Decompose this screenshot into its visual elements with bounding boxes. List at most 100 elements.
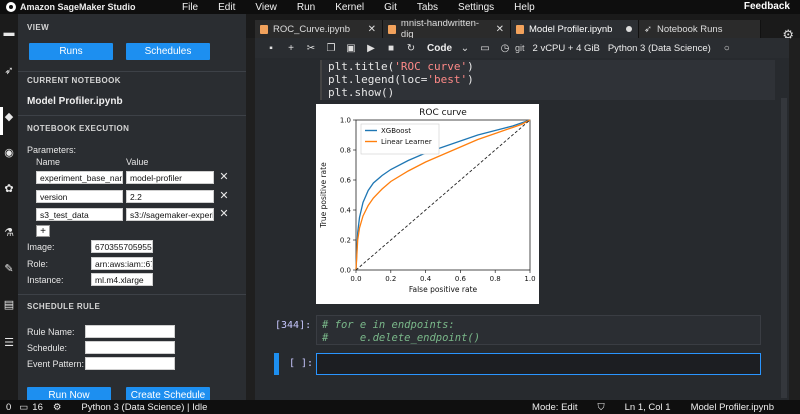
param-value-input[interactable]: s3://sagemaker-experiments: [126, 208, 214, 221]
shield-icon[interactable]: ⛉: [597, 402, 604, 413]
menu-view[interactable]: View: [245, 2, 287, 13]
param-name-input[interactable]: experiment_base_name: [36, 171, 123, 184]
divider: [18, 71, 246, 72]
tab-label: Model Profiler.ipynb: [529, 23, 613, 35]
remove-param-icon[interactable]: ✕: [219, 191, 229, 202]
parameters-label: Parameters:: [27, 145, 77, 155]
tab-notebook-runs[interactable]: ➶ Notebook Runs: [639, 20, 761, 38]
sagemaker-logo-icon: [6, 2, 16, 12]
close-icon[interactable]: ✕: [496, 24, 504, 35]
cell-type-select[interactable]: Code: [427, 43, 452, 54]
legend-label: Linear Learner: [381, 138, 432, 146]
tab-label: ROC_Curve.ipynb: [273, 23, 351, 35]
event-pattern-input[interactable]: [85, 357, 175, 370]
menu-tabs[interactable]: Tabs: [407, 2, 448, 13]
param-value-input[interactable]: model-profiler: [126, 171, 214, 184]
kernel-name[interactable]: Python 3 (Data Science): [608, 43, 711, 54]
add-cell-icon[interactable]: +: [281, 43, 301, 54]
list-icon[interactable]: ☰: [2, 336, 16, 350]
save-icon[interactable]: ▪: [261, 43, 281, 54]
scrollbar[interactable]: [781, 98, 787, 398]
stop-icon[interactable]: ■: [381, 43, 401, 54]
menu-run[interactable]: Run: [287, 2, 325, 13]
unsaved-dot-icon[interactable]: [626, 26, 632, 32]
param-name-input[interactable]: s3_test_data: [36, 208, 123, 221]
instance-resources[interactable]: 2 vCPU + 4 GiB: [533, 43, 600, 54]
document-icon[interactable]: ▤: [2, 298, 16, 312]
add-parameter-button[interactable]: +: [36, 225, 50, 237]
folder-icon[interactable]: ▬: [2, 26, 16, 40]
y-tick-label: 0.6: [340, 177, 352, 185]
active-cell-indicator: [274, 353, 279, 375]
status-count[interactable]: 16: [32, 402, 43, 413]
x-tick-label: 0.2: [385, 275, 396, 283]
tab-mnist[interactable]: mnist-handwritten-dig ✕: [383, 18, 511, 40]
param-name-input[interactable]: version: [36, 190, 123, 203]
notebook-icon: [388, 24, 396, 34]
code-line: # e.delete_endpoint(): [322, 332, 481, 344]
menu-file[interactable]: File: [172, 2, 208, 13]
notebook-panel: plt.title('ROC curve') plt.legend(loc='b…: [255, 58, 789, 400]
current-notebook-header: CURRENT NOTEBOOK: [27, 76, 121, 85]
git-label[interactable]: git: [515, 43, 525, 53]
create-schedule-button[interactable]: Create Schedule: [126, 387, 210, 400]
schedule-input[interactable]: [85, 341, 175, 354]
editor-mode: Mode: Edit: [532, 401, 578, 413]
notebook-toolbar: ▪ + ✂ ❐ ▣ ▶ ■ ↻ Code ⌄ ▭ ◷ git 2 vCPU + …: [255, 38, 789, 58]
notebook-runs-sidebar: VIEW Runs Schedules CURRENT NOTEBOOK Mod…: [18, 14, 246, 400]
run-icon[interactable]: ▶: [361, 43, 381, 54]
terminal-icon[interactable]: ▭: [475, 43, 495, 54]
kernel-settings-icon[interactable]: ⚙: [53, 402, 62, 413]
tab-label: mnist-handwritten-dig: [400, 18, 480, 40]
stop-icon[interactable]: ◉: [2, 146, 16, 160]
tab-roc-curve[interactable]: ROC_Curve.ipynb ✕: [255, 20, 383, 38]
feedback-link[interactable]: Feedback: [744, 1, 790, 12]
cursor-position[interactable]: Ln 1, Col 1: [625, 402, 671, 413]
schedules-button[interactable]: Schedules: [126, 43, 210, 60]
empty-code-cell-input[interactable]: [316, 353, 761, 375]
x-tick-label: 0.0: [350, 275, 361, 283]
terminal-icon[interactable]: ▭: [19, 402, 28, 413]
main-area: ROC_Curve.ipynb ✕ mnist-handwritten-dig …: [246, 14, 800, 400]
close-icon[interactable]: ✕: [368, 24, 376, 35]
remove-param-icon[interactable]: ✕: [219, 209, 229, 220]
y-axis-label: True positive rate: [319, 162, 328, 229]
x-tick-label: 1.0: [524, 275, 535, 283]
menu-kernel[interactable]: Kernel: [325, 2, 374, 13]
clock-icon[interactable]: ◷: [495, 43, 515, 54]
code-cell-input[interactable]: # for e in endpoints: # e.delete_endpoin…: [316, 315, 761, 345]
x-axis-label: False positive rate: [409, 285, 478, 294]
param-value-input[interactable]: 2.2: [126, 190, 214, 203]
image-input[interactable]: 670355705955.dkr.ecr: [91, 240, 153, 253]
git-icon[interactable]: ◆: [2, 110, 16, 124]
chevron-down-icon[interactable]: ⌄: [455, 43, 475, 54]
menubar: Amazon SageMaker Studio File Edit View R…: [0, 0, 800, 14]
tab-model-profiler[interactable]: Model Profiler.ipynb: [511, 20, 639, 38]
x-tick-label: 0.6: [455, 275, 467, 283]
rocket-icon[interactable]: ➶: [2, 64, 16, 78]
remove-param-icon[interactable]: ✕: [219, 172, 229, 183]
paste-icon[interactable]: ▣: [341, 43, 361, 54]
code-line: plt.title('ROC curve'): [328, 60, 474, 73]
code-cell-input[interactable]: plt.title('ROC curve') plt.legend(loc='b…: [320, 60, 775, 100]
copy-icon[interactable]: ❐: [321, 43, 341, 54]
run-now-button[interactable]: Run Now: [27, 387, 111, 400]
restart-icon[interactable]: ↻: [401, 43, 421, 54]
menu-edit[interactable]: Edit: [208, 2, 245, 13]
menu-settings[interactable]: Settings: [448, 2, 504, 13]
status-zero[interactable]: 0: [6, 402, 11, 413]
menu-git[interactable]: Git: [374, 2, 407, 13]
flask-icon[interactable]: ⚗: [2, 226, 16, 240]
kernel-status[interactable]: Python 3 (Data Science) | Idle: [81, 402, 207, 413]
wrench-icon[interactable]: ✎: [2, 262, 16, 276]
menu-help[interactable]: Help: [504, 2, 545, 13]
code-line: plt.show(): [328, 86, 395, 99]
role-input[interactable]: arn:aws:iam::670355705: [91, 257, 153, 270]
divider: [18, 294, 246, 295]
cut-icon[interactable]: ✂: [301, 43, 321, 54]
palette-icon[interactable]: ✿: [2, 182, 16, 196]
current-notebook-name: Model Profiler.ipynb: [27, 96, 123, 107]
rule-name-input[interactable]: [85, 325, 175, 338]
instance-input[interactable]: ml.m4.xlarge: [91, 273, 153, 286]
runs-button[interactable]: Runs: [29, 43, 113, 60]
